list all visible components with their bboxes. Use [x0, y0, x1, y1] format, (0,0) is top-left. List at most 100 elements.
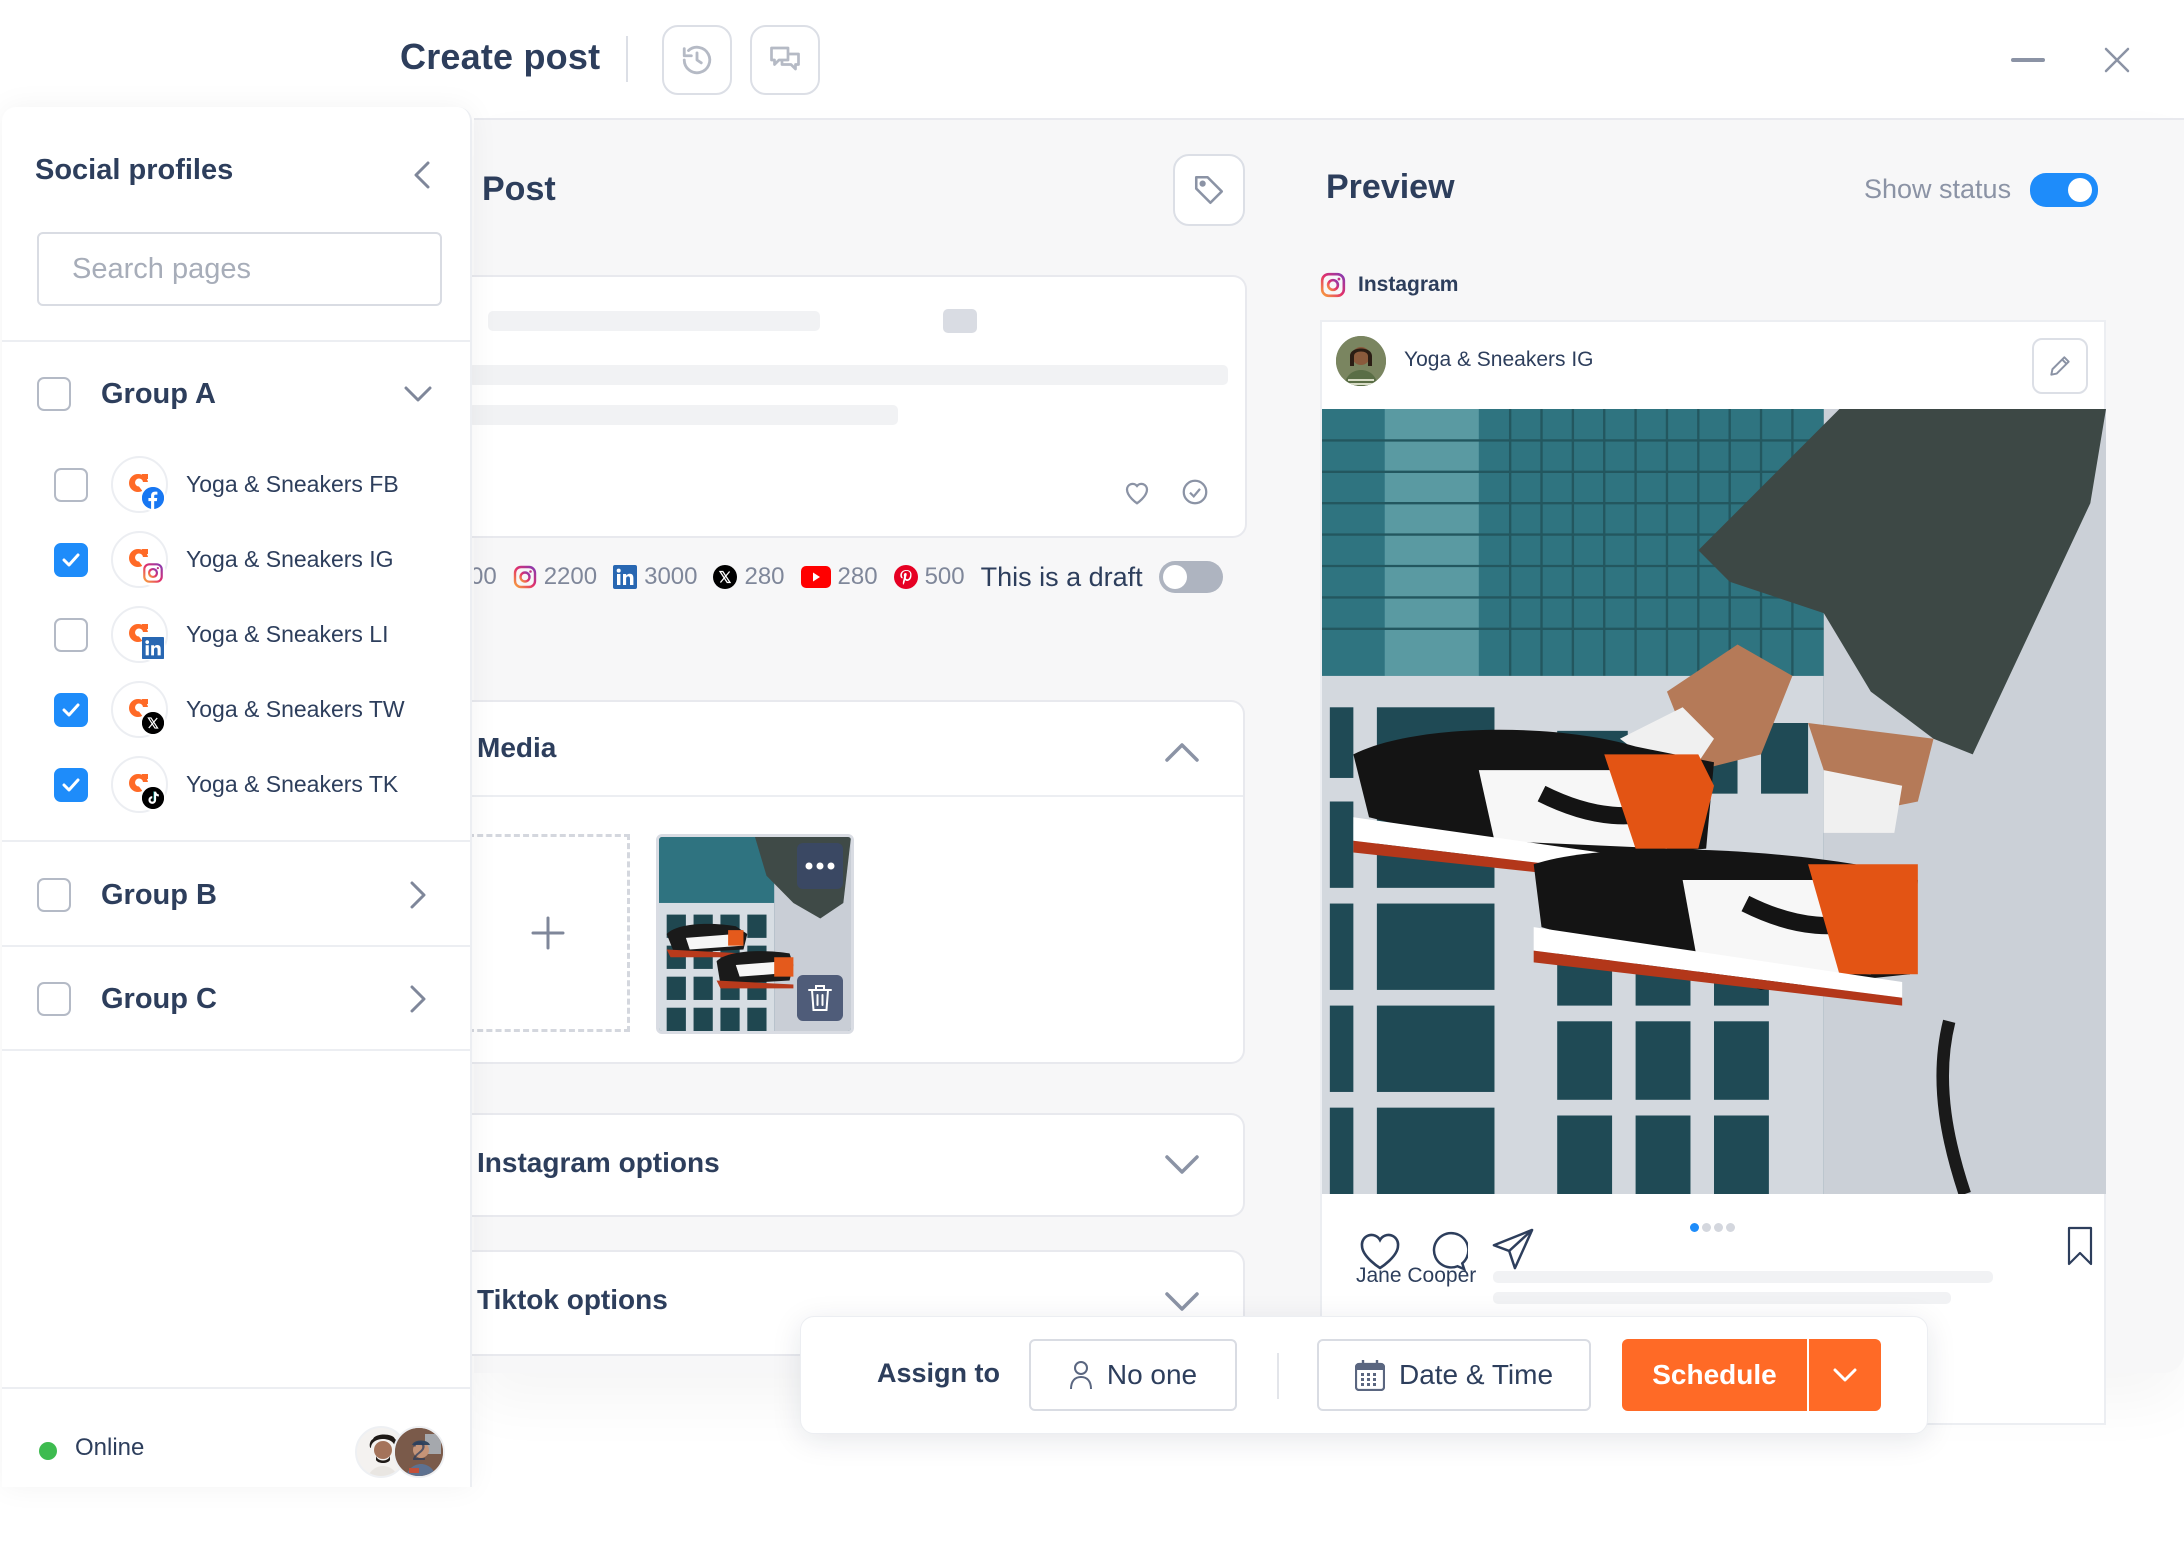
- x-icon: [713, 565, 738, 589]
- checkmark-icon: [62, 778, 80, 791]
- instagram-options-section[interactable]: Instagram options: [468, 1113, 1245, 1217]
- group-b-expand[interactable]: [402, 879, 434, 911]
- draft-label: This is a draft: [980, 561, 1143, 592]
- profile-checkbox[interactable]: [54, 767, 88, 802]
- schedule-options-button[interactable]: [1809, 1339, 1881, 1411]
- edit-preview-button[interactable]: [2032, 338, 2088, 394]
- group-c-expand[interactable]: [402, 983, 434, 1015]
- tag-icon: [1194, 175, 1224, 205]
- character-counters: 00 2200 3000 280 280 500 This is a draft: [474, 556, 1254, 598]
- carousel-dot-active[interactable]: [1690, 1223, 1699, 1232]
- divider: [2, 340, 472, 342]
- group-a-row[interactable]: Group A: [2, 344, 472, 444]
- media-delete-button[interactable]: [797, 975, 843, 1021]
- account-name: Yoga & Sneakers IG: [1404, 348, 1594, 371]
- media-card-icon: [943, 309, 977, 333]
- collapse-media-button[interactable]: [1160, 730, 1204, 774]
- check-circle-icon[interactable]: [1180, 477, 1210, 507]
- profile-row-x[interactable]: Yoga & Sneakers TW: [2, 672, 472, 747]
- history-button[interactable]: [662, 25, 732, 95]
- group-c-label: Group C: [101, 982, 217, 1015]
- media-menu-button[interactable]: [797, 843, 843, 889]
- checkmark-icon: [62, 703, 80, 716]
- counter-youtube: 280: [800, 563, 878, 591]
- add-media-button[interactable]: [468, 834, 630, 1032]
- group-b-label: Group B: [101, 878, 217, 911]
- checkmark-icon: [62, 553, 80, 566]
- skeleton-line: [468, 405, 898, 425]
- bookmark-icon[interactable]: [2067, 1226, 2093, 1266]
- x-icon: [140, 710, 166, 736]
- divider: [2, 840, 472, 842]
- carousel-dot[interactable]: [1726, 1223, 1735, 1232]
- post-title: Post: [482, 170, 556, 208]
- profile-avatar: [111, 531, 168, 588]
- sneakers-photo: [1322, 409, 2106, 1194]
- tiktok-icon: [140, 785, 166, 811]
- share-icon[interactable]: [1492, 1228, 1534, 1272]
- chevron-left-icon: [414, 161, 430, 189]
- chevron-right-icon: [410, 881, 426, 909]
- show-status-toggle[interactable]: [2030, 173, 2098, 207]
- carousel-dot[interactable]: [1702, 1223, 1711, 1232]
- search-pages-field[interactable]: [37, 232, 449, 306]
- heart-icon[interactable]: [1122, 477, 1152, 507]
- tiktok-options-title: Tiktok options: [477, 1284, 668, 1315]
- team-avatar[interactable]: 2: [393, 1426, 445, 1478]
- carousel-dot[interactable]: [1714, 1223, 1723, 1232]
- user-icon: [1069, 1361, 1092, 1390]
- tag-button[interactable]: [1173, 154, 1245, 226]
- group-b-row[interactable]: Group B: [2, 843, 472, 947]
- close-button[interactable]: [2092, 35, 2142, 85]
- comments-icon: [770, 46, 800, 71]
- profile-checkbox[interactable]: [54, 467, 88, 502]
- collapse-sidebar-button[interactable]: [402, 155, 442, 195]
- trash-icon: [808, 985, 832, 1011]
- chevron-down-icon: [1165, 1155, 1199, 1174]
- group-c-checkbox[interactable]: [37, 982, 71, 1016]
- minimize-button[interactable]: [2003, 35, 2053, 85]
- schedule-button[interactable]: Schedule: [1622, 1339, 1807, 1411]
- media-section: Media: [468, 700, 1245, 1064]
- post-editor[interactable]: [468, 275, 1247, 538]
- close-icon: [2104, 47, 2130, 73]
- chevron-down-icon: [404, 386, 432, 402]
- media-divider: [468, 795, 1243, 797]
- counter-pinterest: 500: [893, 563, 965, 591]
- profile-checkbox[interactable]: [54, 617, 88, 652]
- caption-skeleton: [1493, 1292, 1951, 1304]
- profile-checkbox[interactable]: [54, 692, 88, 727]
- online-status-dot: [39, 1442, 57, 1460]
- profile-checkbox[interactable]: [54, 542, 88, 577]
- media-title: Media: [477, 732, 557, 763]
- media-thumbnail[interactable]: [656, 834, 854, 1034]
- chevron-right-icon: [410, 985, 426, 1013]
- date-time-button[interactable]: Date & Time: [1317, 1339, 1591, 1411]
- more-horizontal-icon: [805, 862, 835, 870]
- draft-toggle[interactable]: [1158, 561, 1223, 593]
- caption-skeleton: [1493, 1271, 1993, 1283]
- header-divider: [626, 36, 628, 82]
- profile-row-instagram[interactable]: Yoga & Sneakers IG: [2, 522, 472, 597]
- expand-instagram-options[interactable]: [1160, 1143, 1204, 1187]
- caption-author: Jane Cooper: [1356, 1264, 1477, 1287]
- search-pages-input[interactable]: [72, 252, 449, 286]
- show-status-label: Show status: [1864, 174, 2012, 204]
- profile-row-tiktok[interactable]: Yoga & Sneakers TK: [2, 747, 472, 822]
- counter-x: 280: [713, 563, 785, 591]
- profile-row-linkedin[interactable]: Yoga & Sneakers LI: [2, 597, 472, 672]
- comments-button[interactable]: [750, 25, 820, 95]
- preview-title: Preview: [1326, 168, 1455, 206]
- profile-row-facebook[interactable]: Yoga & Sneakers FB: [2, 447, 472, 522]
- assignee-button[interactable]: No one: [1029, 1339, 1237, 1411]
- profile-avatar: [111, 756, 168, 813]
- group-a-checkbox[interactable]: [37, 377, 71, 411]
- group-c-row[interactable]: Group C: [2, 947, 472, 1051]
- online-status-label: Online: [75, 1434, 145, 1461]
- action-bar: Assign to No one Date & Time Schedule: [800, 1316, 1928, 1434]
- counter-instagram: 2200: [513, 563, 597, 591]
- plus-icon: [531, 916, 564, 950]
- group-b-checkbox[interactable]: [37, 878, 71, 912]
- group-a-toggle[interactable]: [402, 378, 434, 410]
- skeleton-line: [468, 365, 1228, 385]
